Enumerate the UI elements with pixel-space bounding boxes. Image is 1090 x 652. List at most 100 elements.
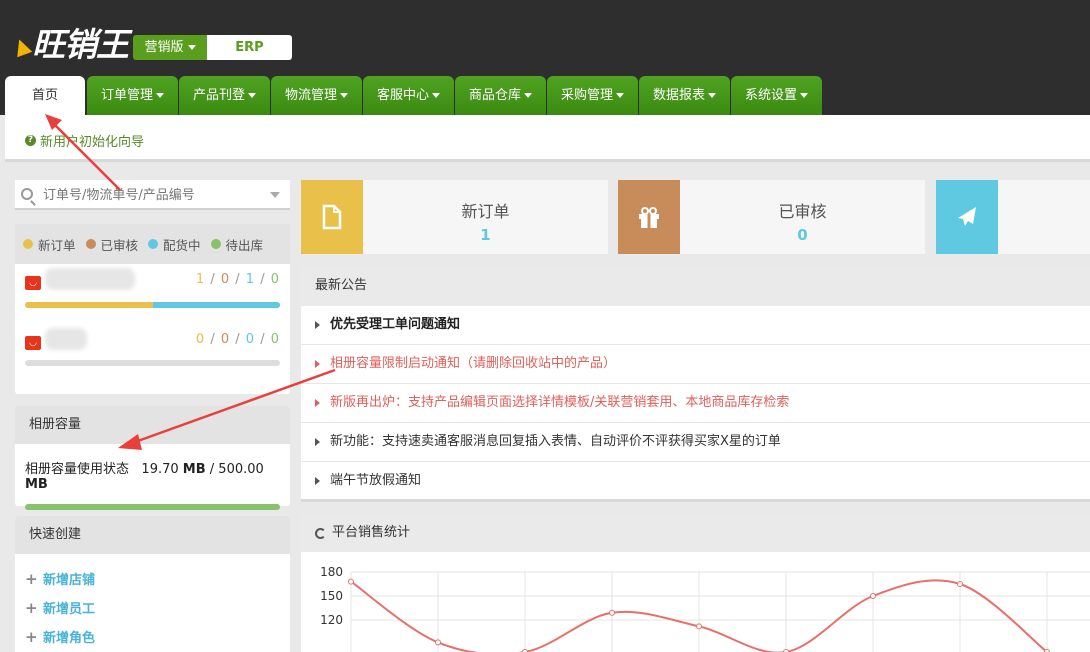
count-separator: / xyxy=(205,272,221,287)
announcement-text: 新版再出炉：支持产品编辑页面选择详情模板/关联营销套用、本地商品库存检索 xyxy=(330,395,790,410)
tab-orders[interactable]: 订单管理 xyxy=(87,76,178,115)
logo[interactable]: 旺销王 xyxy=(11,22,129,64)
data-point[interactable] xyxy=(435,639,441,646)
legend-dot xyxy=(23,239,33,249)
chevron-down-icon xyxy=(432,93,440,98)
count-picking[interactable]: 0 xyxy=(246,332,255,347)
y-tick-label: 150 xyxy=(320,589,343,603)
tab-warehouse[interactable]: 商品仓库 xyxy=(455,76,546,115)
add-role-link[interactable]: + 新增角色 xyxy=(15,622,290,651)
legend-dot xyxy=(85,239,96,249)
tab-label: 物流管理 xyxy=(284,88,337,103)
init-guide-link[interactable]: ? 新用户初始化向导 xyxy=(25,131,144,150)
quick-create-title: 快速创建 xyxy=(15,516,290,554)
legend-dot xyxy=(210,239,221,249)
init-guide-label: 新用户初始化向导 xyxy=(40,135,145,150)
tab-logistics[interactable]: 物流管理 xyxy=(271,76,362,115)
tab-label: 数据报表 xyxy=(652,88,705,103)
data-point[interactable] xyxy=(957,581,963,587)
album-progress-bar xyxy=(25,504,280,510)
data-point[interactable] xyxy=(348,578,354,585)
chevron-down-icon xyxy=(340,93,348,98)
tab-settings[interactable]: 系统设置 xyxy=(731,76,822,115)
tab-reports[interactable]: 数据报表 xyxy=(639,76,730,115)
y-tick-label: 120 xyxy=(320,613,343,627)
store-status-panel: 新订单 已审核 配货中 待出库 ◡ 1 / 0 / 1 / 0 ◡ 0 / 0 … xyxy=(15,224,290,394)
document-icon xyxy=(322,204,342,230)
album-unit: MB xyxy=(25,477,48,492)
count-new[interactable]: 0 xyxy=(196,332,205,347)
plus-icon: + xyxy=(25,569,38,588)
store-row[interactable]: ◡ 0 / 0 / 0 / 0 xyxy=(15,324,290,370)
caret-right-icon xyxy=(315,438,320,446)
search-icon xyxy=(21,188,33,200)
store-progress-bar xyxy=(25,302,280,308)
top-bar: 旺销王 营销版 ERP 首页 订单管理 产品刊登 物流管理 客服中心 商品仓库 … xyxy=(0,0,1090,115)
count-new[interactable]: 1 xyxy=(196,272,205,287)
chart-title: 平台销售统计 xyxy=(332,525,411,540)
count-separator: / xyxy=(205,332,221,347)
edition-label: 营销版 xyxy=(144,40,184,55)
aliexpress-store-icon: ◡ xyxy=(25,276,41,290)
tab-listing[interactable]: 产品刊登 xyxy=(179,76,270,115)
tab-label: 系统设置 xyxy=(744,88,797,103)
announcement-item[interactable]: 优先受理工单问题通知 xyxy=(301,306,1090,345)
data-point[interactable] xyxy=(870,593,876,599)
tab-customer-service[interactable]: 客服中心 xyxy=(363,76,454,115)
stat-icon-box xyxy=(936,180,998,254)
tab-purchasing[interactable]: 采购管理 xyxy=(547,76,638,115)
plus-icon: + xyxy=(25,598,38,617)
count-pending-out[interactable]: 0 xyxy=(271,332,280,347)
plane-icon xyxy=(958,207,976,226)
search-input[interactable] xyxy=(43,180,263,210)
edition-dropdown[interactable]: 营销版 xyxy=(133,35,207,60)
refresh-icon[interactable] xyxy=(315,527,326,539)
chevron-down-icon[interactable] xyxy=(270,192,280,198)
count-reviewed[interactable]: 0 xyxy=(221,272,230,287)
logo-text: 旺销王 xyxy=(32,25,129,64)
stat-card-shipping[interactable] xyxy=(936,180,1090,254)
progress-picking xyxy=(152,302,280,308)
store-progress-bar xyxy=(25,360,280,366)
gift-icon xyxy=(639,207,659,228)
erp-button[interactable]: ERP xyxy=(207,35,292,60)
sub-bar: ? 新用户初始化向导 xyxy=(5,115,1090,159)
legend-dot xyxy=(148,239,159,249)
data-point[interactable] xyxy=(696,623,702,630)
announcement-item[interactable]: 相册容量限制启动通知（请删除回收站中的产品） xyxy=(301,345,1090,384)
announcement-text: 优先受理工单问题通知 xyxy=(330,317,461,332)
stat-value[interactable]: 1 xyxy=(363,226,608,244)
plus-icon: + xyxy=(25,627,38,646)
stat-card-reviewed[interactable]: 已审核 0 xyxy=(618,180,925,254)
quick-item-label: 新增角色 xyxy=(43,631,96,646)
announcement-item[interactable]: 新功能：支持速卖通客服消息回复插入表情、自动评价不评获得买家X星的订单 xyxy=(301,423,1090,462)
count-separator: / xyxy=(230,272,246,287)
count-reviewed[interactable]: 0 xyxy=(221,332,230,347)
question-icon: ? xyxy=(25,135,36,146)
album-usage-label: 相册容量使用状态 xyxy=(25,462,130,477)
chevron-down-icon xyxy=(524,93,532,98)
stat-value[interactable]: 0 xyxy=(680,226,925,244)
count-picking[interactable]: 1 xyxy=(246,272,255,287)
count-pending-out[interactable]: 0 xyxy=(271,272,280,287)
tab-home[interactable]: 首页 xyxy=(5,76,85,115)
add-store-link[interactable]: + 新增店铺 xyxy=(15,564,290,593)
store-name-redacted xyxy=(45,268,135,290)
store-row[interactable]: ◡ 1 / 0 / 1 / 0 xyxy=(15,264,290,310)
album-usage: 相册容量使用状态 19.70 MB / 500.00 MB xyxy=(25,462,264,492)
quick-item-label: 新增店铺 xyxy=(43,573,96,588)
order-search xyxy=(15,180,290,210)
tab-label: 采购管理 xyxy=(560,88,613,103)
announcement-item[interactable]: 新版再出炉：支持产品编辑页面选择详情模板/关联营销套用、本地商品库存检索 xyxy=(301,384,1090,423)
album-used: 19.70 xyxy=(141,462,179,477)
data-point[interactable] xyxy=(609,609,615,616)
add-employee-link[interactable]: + 新增员工 xyxy=(15,593,290,622)
announcement-item[interactable]: 端午节放假通知 xyxy=(301,462,1090,501)
album-total: 500.00 xyxy=(218,462,264,477)
store-name-redacted xyxy=(45,328,87,350)
announcement-text: 新功能：支持速卖通客服消息回复插入表情、自动评价不评获得买家X星的订单 xyxy=(330,434,781,449)
stat-card-new-orders[interactable]: 新订单 1 xyxy=(301,180,608,254)
legend-label: 配货中 xyxy=(163,237,201,253)
announcement-text: 端午节放假通知 xyxy=(330,473,422,488)
chevron-down-icon xyxy=(156,93,164,98)
